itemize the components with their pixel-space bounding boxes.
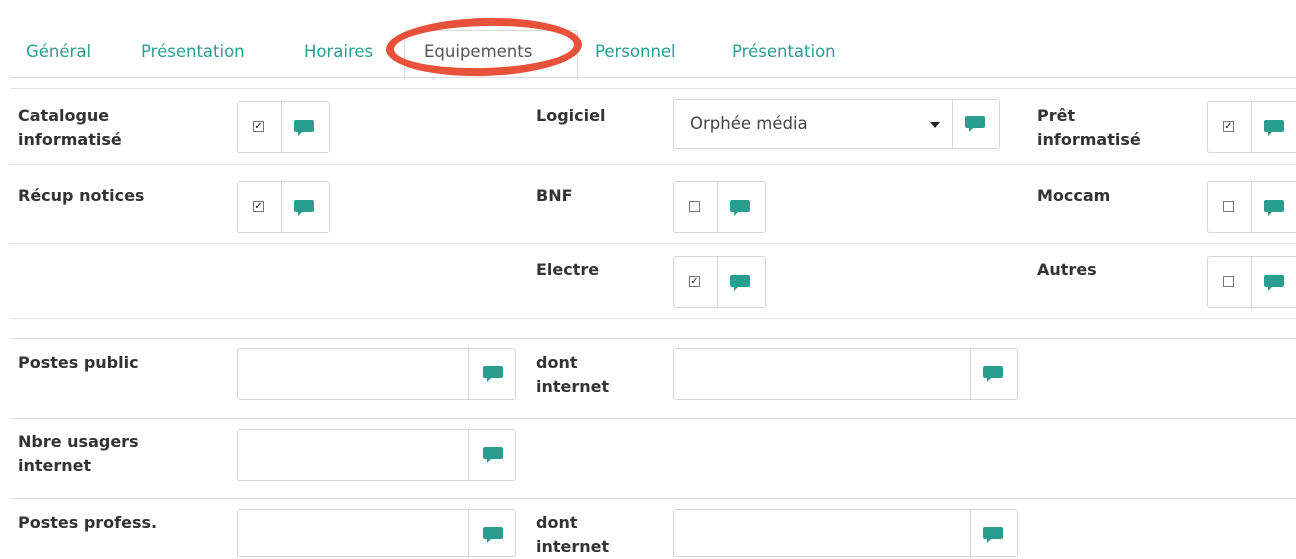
divider — [10, 88, 1296, 89]
comment-bubble-icon[interactable] — [730, 275, 750, 291]
comment-bubble-icon[interactable] — [1264, 200, 1284, 216]
comment-bubble-icon[interactable] — [483, 366, 503, 382]
logiciel-label: Logiciel — [536, 106, 606, 125]
bnf-label: BNF — [536, 186, 573, 205]
autres-field — [1207, 256, 1296, 308]
recup-checkbox[interactable] — [253, 201, 264, 212]
comment-bubble-icon[interactable] — [983, 366, 1003, 382]
postes-profess-input[interactable] — [238, 510, 468, 558]
comment-bubble-icon[interactable] — [1264, 120, 1284, 136]
bnf-checkbox[interactable] — [689, 201, 700, 212]
postes-public-field — [237, 348, 516, 400]
logiciel-select[interactable]: Orphée média — [673, 99, 1000, 149]
divider — [10, 243, 1296, 244]
usagers-label: Nbre usagers internet — [18, 432, 139, 475]
autres-checkbox[interactable] — [1223, 276, 1234, 287]
public-internet-label: dont internet — [536, 353, 610, 396]
public-internet-input[interactable] — [674, 349, 970, 399]
usagers-input[interactable] — [238, 430, 468, 480]
postes-public-input[interactable] — [238, 349, 468, 399]
pret-label: Prêt informatisé — [1037, 106, 1141, 149]
catalogue-field — [237, 101, 330, 153]
postes-profess-field — [237, 509, 516, 558]
public-internet-field — [673, 348, 1018, 400]
usagers-field — [237, 429, 516, 481]
profess-internet-input[interactable] — [674, 510, 970, 558]
divider — [10, 338, 1296, 339]
profess-internet-label: dont internet — [536, 513, 610, 556]
divider — [10, 318, 1296, 319]
tab-bar: Général Présentation Horaires Equipement… — [0, 0, 1296, 79]
catalogue-checkbox[interactable] — [253, 121, 264, 132]
tab-presentation[interactable]: Présentation — [141, 42, 245, 61]
comment-bubble-icon[interactable] — [294, 200, 314, 216]
electre-checkbox[interactable] — [689, 276, 700, 287]
tab-general[interactable]: Général — [26, 42, 91, 61]
comment-bubble-icon[interactable] — [1264, 275, 1284, 291]
electre-field — [673, 256, 766, 308]
moccam-checkbox[interactable] — [1223, 201, 1234, 212]
divider — [10, 164, 1296, 165]
tab-presentation-2[interactable]: Présentation — [732, 42, 836, 61]
bnf-field — [673, 181, 766, 233]
comment-bubble-icon[interactable] — [730, 200, 750, 216]
profess-internet-field — [673, 509, 1018, 558]
divider — [10, 498, 1296, 499]
postes-public-label: Postes public — [18, 353, 139, 372]
logiciel-selected-value: Orphée média — [690, 114, 808, 133]
comment-bubble-icon[interactable] — [983, 527, 1003, 543]
tab-horaires[interactable]: Horaires — [304, 42, 373, 61]
divider — [10, 418, 1296, 419]
chevron-down-icon — [930, 122, 940, 128]
comment-bubble-icon[interactable] — [965, 116, 985, 132]
postes-profess-label: Postes profess. — [18, 513, 158, 532]
comment-bubble-icon[interactable] — [483, 447, 503, 463]
recup-label: Récup notices — [18, 186, 145, 205]
moccam-field — [1207, 181, 1296, 233]
electre-label: Electre — [536, 260, 600, 279]
comment-bubble-icon[interactable] — [483, 527, 503, 543]
autres-label: Autres — [1037, 260, 1097, 279]
catalogue-label: Catalogue informatisé — [18, 106, 122, 149]
recup-field — [237, 181, 330, 233]
tab-underline — [10, 77, 1296, 78]
moccam-label: Moccam — [1037, 186, 1111, 205]
pret-checkbox[interactable] — [1223, 121, 1234, 132]
tab-personnel[interactable]: Personnel — [595, 42, 676, 61]
comment-bubble-icon[interactable] — [294, 120, 314, 136]
pret-field — [1207, 101, 1296, 153]
